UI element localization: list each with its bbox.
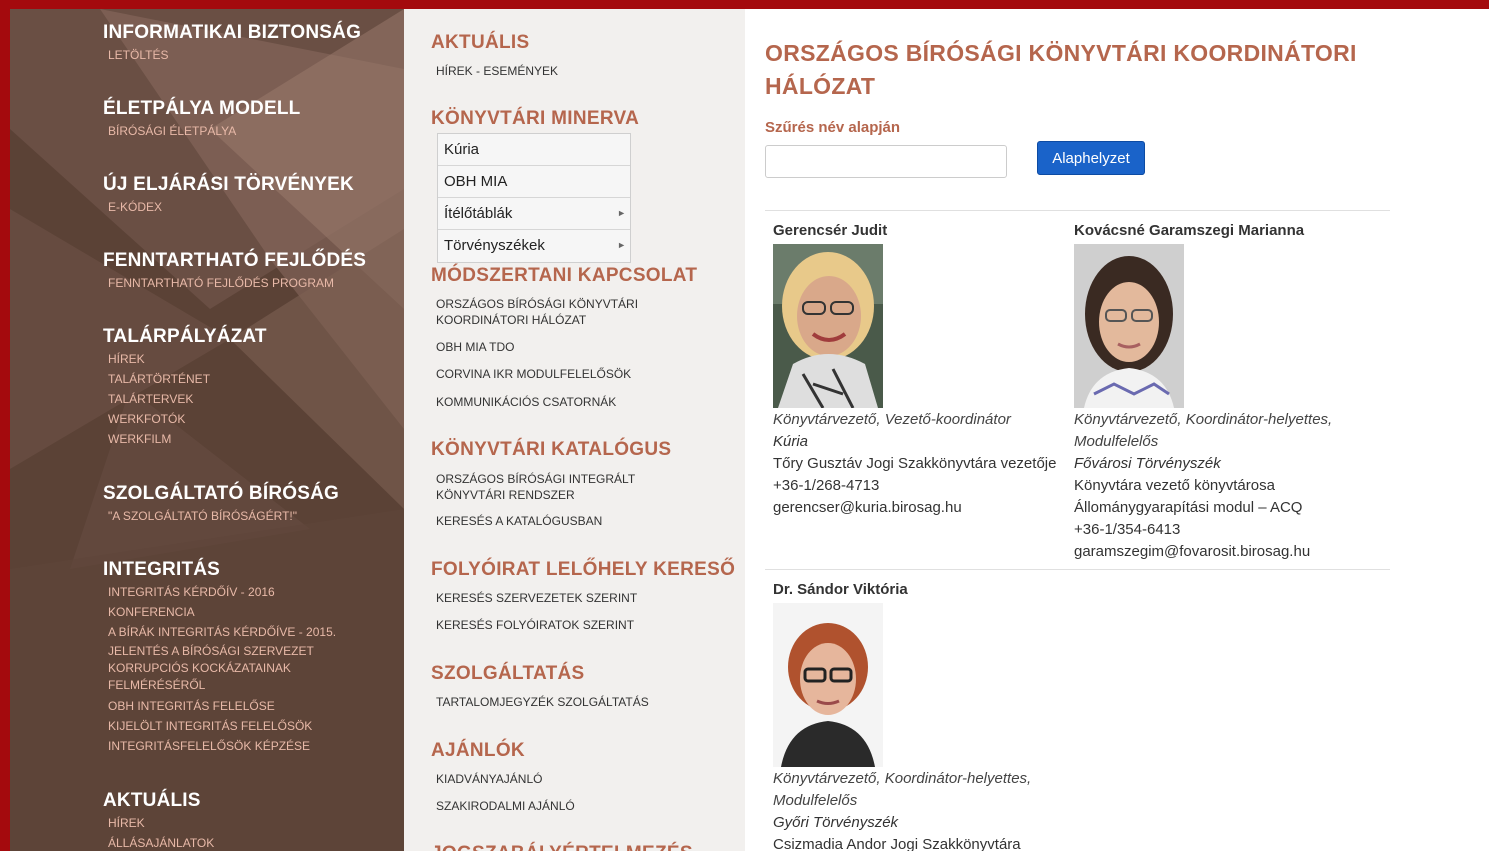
person-phone: +36-1/268-4713 xyxy=(773,477,880,494)
link-corvina[interactable]: CORVINA IKR MODULFELELŐSÖK xyxy=(436,366,631,382)
sidebar-section-eletpalya: ÉLETPÁLYA MODELL BÍRÓSÁGI ÉLETPÁLYA xyxy=(103,97,300,141)
sidebar-link[interactable]: HÍREK xyxy=(108,349,267,369)
sidebar-link[interactable]: FENNTARTHATÓ FEJLŐDÉS PROGRAM xyxy=(108,273,366,293)
sidebar-section-title[interactable]: ÉLETPÁLYA MODELL xyxy=(103,97,300,121)
person-email[interactable]: garamszegim@fovarosit.birosag.hu xyxy=(1074,541,1374,563)
person-name: Dr. Sándor Viktória xyxy=(773,581,908,598)
link-hirek-esemenyek[interactable]: HÍREK - ESEMÉNYEK xyxy=(436,63,558,79)
sidebar-link[interactable]: "A SZOLGÁLTATÓ BÍRÓSÁGÉRT!" xyxy=(108,506,339,526)
sidebar-link[interactable]: WERKFILM xyxy=(108,429,267,449)
sidebar-section-title[interactable]: INFORMATIKAI BIZTONSÁG xyxy=(103,21,361,45)
person-card: Dr. Sándor Viktória Könyvtárvezető, Koor… xyxy=(773,580,1073,851)
sidebar-section-aktualis: AKTUÁLIS HÍREK ÁLLÁSAJÁNLATOK xyxy=(103,789,214,851)
heading-aktualis: AKTUÁLIS xyxy=(431,32,530,53)
sidebar-section-title[interactable]: INTEGRITÁS xyxy=(103,558,388,582)
page-frame: INFORMATIKAI BIZTONSÁG LETÖLTÉS ÉLETPÁLY… xyxy=(10,9,1489,851)
left-sidebar: INFORMATIKAI BIZTONSÁG LETÖLTÉS ÉLETPÁLY… xyxy=(10,9,404,851)
person-photo xyxy=(773,244,883,408)
menu-item-itelotablak[interactable]: Ítélőtáblák ► xyxy=(438,198,630,230)
person-name: Gerencsér Judit xyxy=(773,222,888,239)
sidebar-section-szolgaltato: SZOLGÁLTATÓ BÍRÓSÁG "A SZOLGÁLTATÓ BÍRÓS… xyxy=(103,482,339,526)
sidebar-link[interactable]: TALÁRTERVEK xyxy=(108,389,267,409)
submenu-arrow-icon: ► xyxy=(617,240,626,250)
heading-modszertani: MÓDSZERTANI KAPCSOLAT xyxy=(431,265,698,286)
heading-jogszabalyertelmezes: JOGSZABÁLYÉRTELMEZÉS xyxy=(431,843,693,851)
link-kereses-katalogus[interactable]: KERESÉS A KATALÓGUSBAN xyxy=(436,513,602,529)
person-role: Könyvtárvezető, Koordinátor-helyettes, M… xyxy=(773,770,1032,809)
heading-konyvtari-minerva: KÖNYVTÁRI MINERVA xyxy=(431,108,640,129)
name-filter-input[interactable] xyxy=(765,145,1007,178)
heading-ajanlok: AJÁNLÓK xyxy=(431,740,525,761)
sidebar-section-title[interactable]: ÚJ ELJÁRÁSI TÖRVÉNYEK xyxy=(103,173,354,197)
sidebar-link[interactable]: INTEGRITÁS KÉRDŐÍV - 2016 xyxy=(108,582,388,602)
sidebar-link[interactable]: E-KÓDEX xyxy=(108,197,354,217)
person-photo xyxy=(773,603,883,767)
person-role: Könyvtárvezető, Vezető-koordinátor xyxy=(773,411,1011,428)
person-name: Kovácsné Garamszegi Marianna xyxy=(1074,222,1305,239)
menu-item-label: Törvényszékek xyxy=(444,237,545,254)
menu-item-obh-mia[interactable]: OBH MIA xyxy=(438,166,630,198)
menu-item-label: Ítélőtáblák xyxy=(444,205,513,222)
menu-item-label: Kúria xyxy=(444,141,480,158)
sidebar-section-title[interactable]: TALÁRPÁLYÁZAT xyxy=(103,325,267,349)
sidebar-link[interactable]: BÍRÓSÁGI ÉLETPÁLYA xyxy=(108,121,300,141)
sidebar-section-title[interactable]: FENNTARTHATÓ FEJLŐDÉS xyxy=(103,249,366,273)
divider xyxy=(765,210,1390,211)
sidebar-section-eljarasi: ÚJ ELJÁRÁSI TÖRVÉNYEK E-KÓDEX xyxy=(103,173,354,217)
link-kereses-szervezetek[interactable]: KERESÉS SZERVEZETEK SZERINT xyxy=(436,590,637,606)
link-koordinatori-halozat[interactable]: ORSZÁGOS BÍRÓSÁGI KÖNYVTÁRI KOORDINÁTORI… xyxy=(436,296,676,328)
link-szakirodalmi[interactable]: SZAKIRODALMI AJÁNLÓ xyxy=(436,798,575,814)
page-title: ORSZÁGOS BÍRÓSÁGI KÖNYVTÁRI KOORDINÁTORI… xyxy=(765,40,1357,99)
sidebar-section-title[interactable]: SZOLGÁLTATÓ BÍRÓSÁG xyxy=(103,482,339,506)
person-position: Csizmadia Andor Jogi Szakkönyvtára xyxy=(773,836,1021,851)
person-email[interactable]: gerencser@kuria.birosag.hu xyxy=(773,497,1073,519)
sidebar-link[interactable]: WERKFOTÓK xyxy=(108,409,267,429)
person-institution: Győri Törvényszék xyxy=(773,814,899,831)
person-role: Könyvtárvezető, Koordinátor-helyettes, M… xyxy=(1074,411,1333,450)
sidebar-section-integritas: INTEGRITÁS INTEGRITÁS KÉRDŐÍV - 2016 KON… xyxy=(103,558,388,756)
sidebar-link[interactable]: KONFERENCIA xyxy=(108,602,388,622)
person-institution: Kúria xyxy=(773,433,809,450)
heading-folyoirat: FOLYÓIRAT LELŐHELY KERESŐ xyxy=(431,559,736,580)
sidebar-link[interactable]: OBH INTEGRITÁS FELELŐSE xyxy=(108,696,388,716)
heading-szolgaltatas: SZOLGÁLTATÁS xyxy=(431,663,585,684)
reset-button[interactable]: Alaphelyzet xyxy=(1037,141,1145,175)
sidebar-link[interactable]: LETÖLTÉS xyxy=(108,45,361,65)
main-content: ORSZÁGOS BÍRÓSÁGI KÖNYVTÁRI KOORDINÁTORI… xyxy=(745,9,1489,851)
person-phone: +36-1/354-6413 xyxy=(1074,521,1181,538)
menu-item-torvenyszekek[interactable]: Törvényszékek ► xyxy=(438,230,630,262)
link-integralt-rendszer[interactable]: ORSZÁGOS BÍRÓSÁGI INTEGRÁLT KÖNYVTÁRI RE… xyxy=(436,471,676,503)
sidebar-link[interactable]: INTEGRITÁSFELELŐSÖK KÉPZÉSE xyxy=(108,736,388,756)
person-module: Állománygyarapítási modul – ACQ xyxy=(1074,499,1303,516)
person-position: Tőry Gusztáv Jogi Szakkönyvtára vezetője xyxy=(773,455,1057,472)
person-institution: Fővárosi Törvényszék xyxy=(1074,455,1221,472)
link-kommunikacios[interactable]: KOMMUNIKÁCIÓS CSATORNÁK xyxy=(436,394,616,410)
sidebar-link[interactable]: JELENTÉS A BÍRÓSÁGI SZERVEZET KORRUPCIÓS… xyxy=(108,643,388,694)
link-tartalomjegyzek[interactable]: TARTALOMJEGYZÉK SZOLGÁLTATÁS xyxy=(436,694,649,710)
sidebar-link[interactable]: ÁLLÁSAJÁNLATOK xyxy=(108,833,214,851)
person-card: Gerencsér Judit Könyvtárvezető, Vezető-k… xyxy=(773,221,1073,519)
sidebar-section-talarpalyazat: TALÁRPÁLYÁZAT HÍREK TALÁRTÖRTÉNET TALÁRT… xyxy=(103,325,267,449)
submenu-arrow-icon: ► xyxy=(617,208,626,218)
link-obh-mia-tdo[interactable]: OBH MIA TDO xyxy=(436,339,514,355)
link-kiadvanyajanlo[interactable]: KIADVÁNYAJÁNLÓ xyxy=(436,771,542,787)
sidebar-link[interactable]: TALÁRTÖRTÉNET xyxy=(108,369,267,389)
person-position: Könyvtára vezető könyvtárosa xyxy=(1074,477,1275,494)
middle-navigation-column: AKTUÁLIS HÍREK - ESEMÉNYEK KÖNYVTÁRI MIN… xyxy=(404,9,745,851)
person-photo xyxy=(1074,244,1184,408)
sidebar-link[interactable]: KIJELÖLT INTEGRITÁS FELELŐSÖK xyxy=(108,716,388,736)
minerva-menu: Kúria OBH MIA Ítélőtáblák ► Törvényszékek… xyxy=(437,133,631,263)
link-kereses-folyoiratok[interactable]: KERESÉS FOLYÓIRATOK SZERINT xyxy=(436,617,634,633)
menu-item-label: OBH MIA xyxy=(444,173,508,190)
sidebar-section-title[interactable]: AKTUÁLIS xyxy=(103,789,214,813)
divider xyxy=(765,569,1390,570)
sidebar-section-fenntarthato: FENNTARTHATÓ FEJLŐDÉS FENNTARTHATÓ FEJLŐ… xyxy=(103,249,366,293)
sidebar-link[interactable]: HÍREK xyxy=(108,813,214,833)
menu-item-kuria[interactable]: Kúria xyxy=(438,134,630,166)
sidebar-link[interactable]: A BÍRÁK INTEGRITÁS KÉRDŐÍVE - 2015. xyxy=(108,622,388,642)
person-card: Kovácsné Garamszegi Marianna Könyvtárvez… xyxy=(1074,221,1374,563)
sidebar-section-informatikai: INFORMATIKAI BIZTONSÁG LETÖLTÉS xyxy=(103,21,361,65)
filter-label: Szűrés név alapján xyxy=(765,119,901,136)
heading-katalogus: KÖNYVTÁRI KATALÓGUS xyxy=(431,439,672,460)
